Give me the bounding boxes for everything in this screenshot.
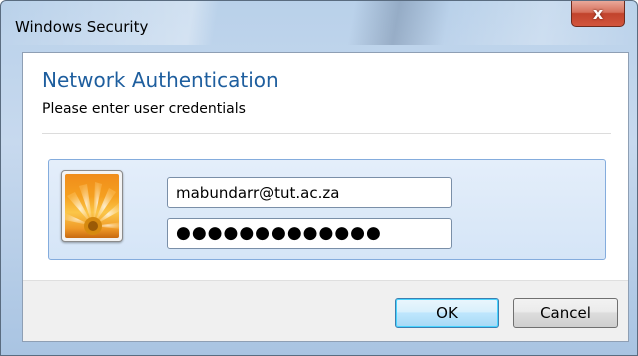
dialog-heading: Network Authentication	[42, 68, 279, 92]
divider	[42, 133, 611, 134]
title-bar[interactable]: Windows Security x	[1, 1, 637, 45]
cancel-button[interactable]: Cancel	[513, 298, 618, 328]
close-icon: x	[592, 4, 604, 23]
dialog-subheading: Please enter user credentials	[42, 101, 246, 117]
ok-button[interactable]: OK	[395, 298, 499, 328]
credential-tile	[48, 159, 606, 260]
user-tile-flower-icon	[65, 174, 119, 238]
username-field[interactable]	[167, 177, 452, 208]
close-button[interactable]: x	[571, 1, 625, 27]
avatar	[61, 170, 123, 242]
button-bar: OK Cancel	[23, 280, 628, 341]
window-title: Windows Security	[15, 18, 149, 36]
dialog-content: Network Authentication Please enter user…	[22, 52, 629, 342]
security-dialog-window: Windows Security x Network Authenticatio…	[0, 0, 638, 356]
password-field[interactable]	[167, 218, 452, 249]
